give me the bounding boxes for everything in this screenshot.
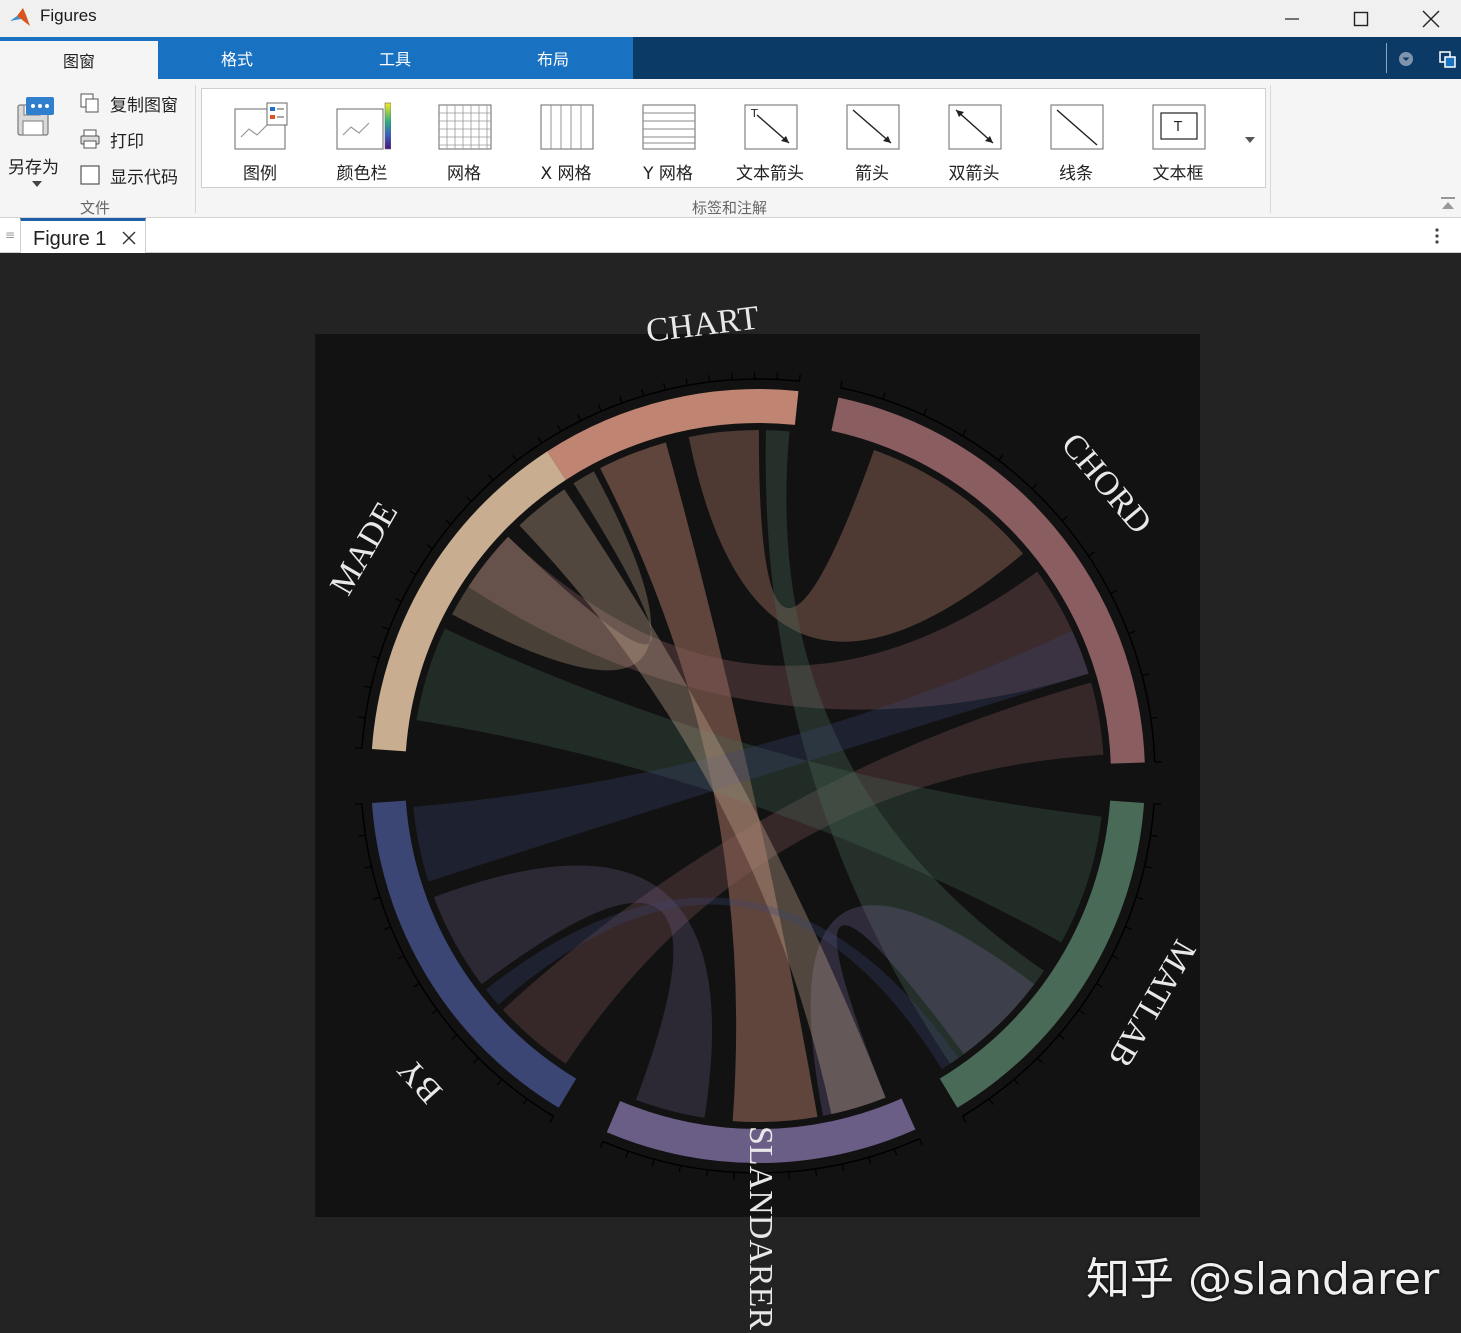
annotation-group-label: 标签和注解 [692, 199, 768, 217]
y-grid-label: Y 网格 [643, 164, 693, 184]
tab-strip-divider [1386, 43, 1387, 73]
y-grid-button[interactable]: Y 网格 [617, 89, 719, 189]
group-divider [195, 85, 196, 213]
minimize-icon [1285, 17, 1299, 20]
x-grid-icon [540, 104, 594, 150]
print-button[interactable]: 打印 [78, 125, 144, 153]
more-options-icon[interactable] [1430, 226, 1444, 246]
title-bar: Figures [0, 0, 1461, 37]
close-icon [1422, 10, 1440, 27]
svg-text:T: T [750, 107, 758, 120]
legend-label: 图例 [243, 164, 277, 184]
double-arrow-icon [948, 104, 1002, 150]
ribbon-panel: 另存为 复制图窗 打印 显示代码 文件 图例 颜色栏 网格 X 网格 Y 网格 … [0, 79, 1461, 218]
arrow-icon [846, 104, 900, 150]
text-arrow-button[interactable]: T 文本箭头 [719, 89, 821, 189]
tab-tools[interactable]: 工具 [316, 37, 474, 79]
grid-label: 网格 [447, 164, 481, 184]
tick-mark [787, 1171, 790, 1179]
group-divider [1270, 85, 1271, 213]
chord-diagram[interactable]: CHARTCHORDMATLABSLANDARERBYMADE [0, 253, 1461, 1333]
save-as-label: 另存为 [8, 158, 59, 178]
svg-text:T: T [1173, 120, 1182, 135]
y-grid-icon [642, 104, 696, 150]
file-group-label: 文件 [80, 199, 111, 217]
window-title: Figures [40, 6, 97, 25]
chord-label-slandarer: SLANDARER [742, 1126, 779, 1330]
colorbar-icon [336, 102, 391, 150]
quick-access-dropdown-icon[interactable] [1394, 49, 1418, 69]
maximize-button[interactable] [1326, 0, 1396, 37]
double-arrow-button[interactable]: 双箭头 [923, 89, 1025, 189]
x-grid-button[interactable]: X 网格 [515, 89, 617, 189]
show-code-label: 显示代码 [110, 167, 178, 188]
annotation-gallery: 图例 颜色栏 网格 X 网格 Y 网格 T 文本箭头 箭头 双箭头 线条 T 文… [201, 88, 1266, 188]
line-label: 线条 [1059, 164, 1093, 184]
textbox-button[interactable]: T 文本框 [1127, 89, 1229, 189]
tab-format[interactable]: 格式 [158, 37, 316, 79]
ribbon-tab-strip: 图窗 格式 工具 布局 [0, 37, 1461, 79]
tick-mark [798, 374, 801, 382]
text-arrow-label: 文本箭头 [736, 164, 804, 184]
collapse-ribbon-icon[interactable] [1439, 195, 1457, 213]
x-grid-label: X 网格 [540, 164, 592, 184]
checkbox-icon [78, 163, 102, 187]
textbox-label: 文本框 [1152, 164, 1204, 184]
document-tab-label: Figure 1 [33, 228, 107, 250]
double-arrow-label: 双箭头 [948, 164, 1000, 184]
save-as-button[interactable]: 另存为 [4, 91, 68, 187]
maximize-icon [1353, 11, 1369, 26]
colorbar-button[interactable]: 颜色栏 [311, 89, 413, 189]
figure-canvas: CHART CHORD MATLAB SLANDARER BY MADE 知乎 @slan… [0, 253, 1461, 1333]
copy-icon [78, 91, 102, 115]
chevron-down-icon [32, 181, 42, 187]
drag-handle-icon[interactable]: ≡ [5, 228, 15, 242]
printer-icon [78, 127, 102, 151]
grid-button[interactable]: 网格 [413, 89, 515, 189]
colorbar-label: 颜色栏 [336, 164, 388, 184]
matlab-logo-icon [10, 8, 30, 26]
arrow-label: 箭头 [855, 164, 889, 184]
grid-icon [438, 104, 492, 150]
tab-figure-1[interactable]: Figure 1 [20, 218, 146, 253]
undock-icon[interactable] [1437, 49, 1459, 69]
tab-layout[interactable]: 布局 [474, 37, 632, 79]
text-arrow-icon: T [744, 104, 798, 150]
watermark-text: 知乎 @slandarer [1086, 1254, 1440, 1305]
tick-mark [708, 374, 711, 383]
legend-icon [234, 102, 288, 150]
document-tab-bar: ≡ Figure 1 [0, 218, 1461, 253]
tab-figure[interactable]: 图窗 [0, 41, 158, 79]
textbox-icon: T [1152, 104, 1206, 150]
copy-figure-button[interactable]: 复制图窗 [78, 89, 178, 117]
close-icon[interactable] [122, 231, 136, 245]
legend-button[interactable]: 图例 [209, 89, 311, 189]
show-code-checkbox[interactable]: 显示代码 [78, 161, 178, 189]
line-button[interactable]: 线条 [1025, 89, 1127, 189]
gallery-expand-icon[interactable] [1242, 135, 1258, 145]
arrow-button[interactable]: 箭头 [821, 89, 923, 189]
close-button[interactable] [1396, 0, 1461, 37]
copy-figure-label: 复制图窗 [110, 95, 178, 116]
save-as-icon [17, 97, 54, 136]
minimize-button[interactable] [1257, 0, 1327, 37]
line-icon [1050, 104, 1104, 150]
print-label: 打印 [110, 131, 144, 152]
